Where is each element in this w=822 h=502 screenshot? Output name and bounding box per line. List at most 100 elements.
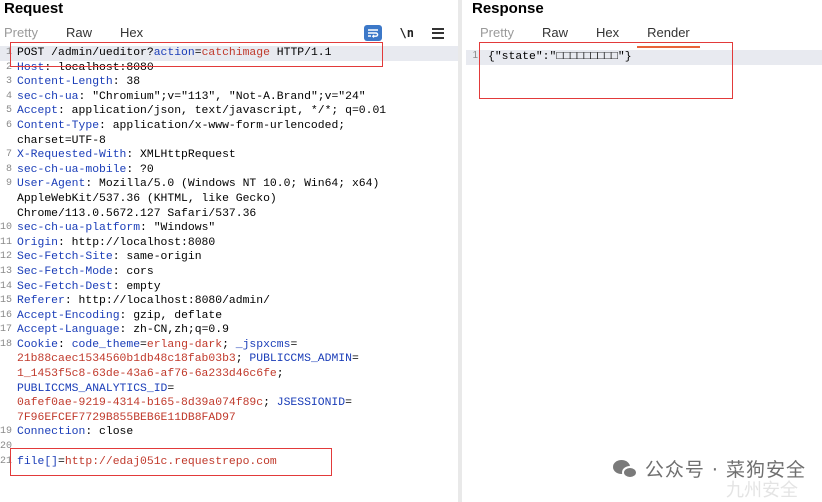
line-code: sec-ch-ua-platform: "Windows" xyxy=(17,221,215,236)
line-code: User-Agent: Mozilla/5.0 (Windows NT 10.0… xyxy=(17,177,379,192)
line-number: 3 xyxy=(5,76,12,88)
code-text: : "Windows" xyxy=(140,222,216,235)
code-text: : "Chromium";v="113", "Not-A.Brand";v="2… xyxy=(78,90,366,103)
code-text: ; xyxy=(235,353,250,366)
line-code: Accept-Encoding: gzip, deflate xyxy=(17,309,222,324)
line-code: Referer: http://localhost:8080/admin/ xyxy=(17,294,270,309)
code-key: PUBLICCMS_ANALYTICS_ID xyxy=(17,382,168,395)
line-number: 16 xyxy=(0,309,13,321)
code-key: code_theme xyxy=(71,338,141,351)
line-number: 14 xyxy=(0,280,13,292)
code-key: Accept xyxy=(17,105,59,118)
request-tab-raw[interactable]: Raw xyxy=(55,24,103,48)
line-code: 21b88caec1534560b1db48c18fab03b3; PUBLIC… xyxy=(17,352,359,367)
code-text: charset=UTF-8 xyxy=(17,134,106,147)
line-code: sec-ch-ua: "Chromium";v="113", "Not-A.Br… xyxy=(17,90,366,105)
response-tabs: Pretty Raw Hex Render xyxy=(476,24,714,48)
highlight-request-line xyxy=(10,42,383,67)
request-line[interactable]: 16 Accept-Encoding: gzip, deflate xyxy=(0,309,458,324)
code-value: erlang-dark xyxy=(146,338,223,351)
code-text: : Mozilla/5.0 (Windows NT 10.0; Win64; x… xyxy=(85,178,380,191)
request-line[interactable]: 21b88caec1534560b1db48c18fab03b3; PUBLIC… xyxy=(0,352,458,367)
request-title: Request xyxy=(4,0,64,17)
code-text: : gzip, deflate xyxy=(119,309,223,322)
line-number: 5 xyxy=(5,105,12,117)
code-value: 7F96EFCEF7729B855BEB6E11DB8FAD97 xyxy=(17,411,236,424)
word-wrap-icon[interactable] xyxy=(363,25,382,41)
line-number: 11 xyxy=(0,236,13,248)
request-line[interactable]: 12 Sec-Fetch-Site: same-origin xyxy=(0,250,458,265)
code-key: Cookie xyxy=(17,338,59,351)
code-text: : zh-CN,zh;q=0.9 xyxy=(119,324,229,337)
request-line[interactable]: 8 sec-ch-ua-mobile: ?0 xyxy=(0,163,458,178)
request-line[interactable]: 6 Content-Type: application/x-www-form-ur… xyxy=(0,119,458,134)
line-code: 0afef0ae-9219-4314-b165-8d39a074f89c; JS… xyxy=(17,396,352,411)
code-key: PUBLICCMS_ADMIN xyxy=(249,353,352,366)
request-line[interactable]: 10 sec-ch-ua-platform: "Windows" xyxy=(0,221,458,236)
response-tab-hex[interactable]: Hex xyxy=(592,24,623,44)
request-line[interactable]: 15 Referer: http://localhost:8080/admin/ xyxy=(0,294,458,309)
request-line[interactable]: AppleWebKit/537.36 (KHTML, like Gecko) xyxy=(0,192,458,207)
request-line[interactable]: 9 User-Agent: Mozilla/5.0 (Windows NT 10.… xyxy=(0,177,458,192)
code-text: = xyxy=(167,382,175,395)
response-tab-render[interactable]: Render xyxy=(637,24,700,48)
menu-icon[interactable] xyxy=(432,27,444,39)
request-line[interactable]: 11 Origin: http://localhost:8080 xyxy=(0,236,458,251)
request-tab-pretty[interactable]: Pretty xyxy=(0,24,42,44)
highlight-request-body xyxy=(10,448,332,476)
request-toolbar: \n xyxy=(363,24,444,42)
request-tab-hex[interactable]: Hex xyxy=(116,24,147,44)
request-line[interactable]: 0afef0ae-9219-4314-b165-8d39a074f89c; JS… xyxy=(0,396,458,411)
line-code: Content-Type: application/x-www-form-url… xyxy=(17,119,345,134)
code-value: 1_1453f5c8-63de-43a6-af76-6a233d46c6fe xyxy=(17,368,277,381)
code-text: : application/x-www-form-urlencoded; xyxy=(99,119,346,132)
request-line[interactable]: 13 Sec-Fetch-Mode: cors xyxy=(0,265,458,280)
line-number: 13 xyxy=(0,265,13,277)
highlight-response-body xyxy=(479,42,733,99)
code-key: Content-Type xyxy=(17,119,100,132)
line-code: X-Requested-With: XMLHttpRequest xyxy=(17,148,236,163)
request-line[interactable]: 14 Sec-Fetch-Dest: empty xyxy=(0,280,458,295)
code-key: User-Agent xyxy=(17,178,86,191)
request-editor[interactable]: 1 POST /admin/ueditor?action=catchimage H… xyxy=(0,46,458,502)
request-line[interactable]: 17 Accept-Language: zh-CN,zh;q=0.9 xyxy=(0,323,458,338)
code-key: Accept-Encoding xyxy=(17,309,120,322)
request-line[interactable]: 7F96EFCEF7729B855BEB6E11DB8FAD97 xyxy=(0,411,458,426)
line-code: Sec-Fetch-Site: same-origin xyxy=(17,250,202,265)
code-text: : close xyxy=(85,426,134,439)
line-number: 1 xyxy=(472,50,478,61)
request-line[interactable]: 4 sec-ch-ua: "Chromium";v="113", "Not-A.B… xyxy=(0,90,458,105)
response-title: Response xyxy=(472,0,544,17)
request-line[interactable]: 1_1453f5c8-63de-43a6-af76-6a233d46c6fe; xyxy=(0,367,458,382)
code-key: Content-Length xyxy=(17,76,113,89)
line-code: PUBLICCMS_ANALYTICS_ID= xyxy=(17,382,174,397)
response-tab-pretty[interactable]: Pretty xyxy=(476,24,518,44)
code-key: Sec-Fetch-Site xyxy=(17,251,113,264)
code-value: 21b88caec1534560b1db48c18fab03b3 xyxy=(17,353,236,366)
request-line[interactable]: 18 Cookie: code_theme=erlang-dark; _jspxc… xyxy=(0,338,458,353)
response-tab-raw[interactable]: Raw xyxy=(538,24,572,44)
code-key: JSESSIONID xyxy=(276,397,346,410)
code-text: AppleWebKit/537.36 (KHTML, like Gecko) xyxy=(17,192,277,205)
request-line[interactable]: charset=UTF-8 xyxy=(0,134,458,149)
request-line[interactable]: 7 X-Requested-With: XMLHttpRequest xyxy=(0,148,458,163)
show-newlines-button[interactable]: \n xyxy=(400,26,414,40)
line-code: Content-Length: 38 xyxy=(17,75,140,90)
code-key: Referer xyxy=(17,295,65,308)
code-text: = xyxy=(290,338,298,351)
line-code: Origin: http://localhost:8080 xyxy=(17,236,215,251)
line-code: charset=UTF-8 xyxy=(17,134,106,149)
watermark-faint-text: 九州安全 xyxy=(726,480,798,501)
request-line[interactable]: 19 Connection: close xyxy=(0,425,458,440)
line-code: Accept-Language: zh-CN,zh;q=0.9 xyxy=(17,323,229,338)
line-number: 6 xyxy=(5,119,12,131)
line-number: 9 xyxy=(5,178,12,190)
code-text: : empty xyxy=(112,280,161,293)
code-text: : same-origin xyxy=(112,251,202,264)
request-line[interactable]: PUBLICCMS_ANALYTICS_ID= xyxy=(0,382,458,397)
request-line[interactable]: 3 Content-Length: 38 xyxy=(0,75,458,90)
request-line[interactable]: Chrome/113.0.5672.127 Safari/537.36 xyxy=(0,207,458,222)
line-code: 1_1453f5c8-63de-43a6-af76-6a233d46c6fe; xyxy=(17,367,284,382)
request-line[interactable]: 5 Accept: application/json, text/javascri… xyxy=(0,104,458,119)
code-key: _jspxcms xyxy=(235,338,291,351)
